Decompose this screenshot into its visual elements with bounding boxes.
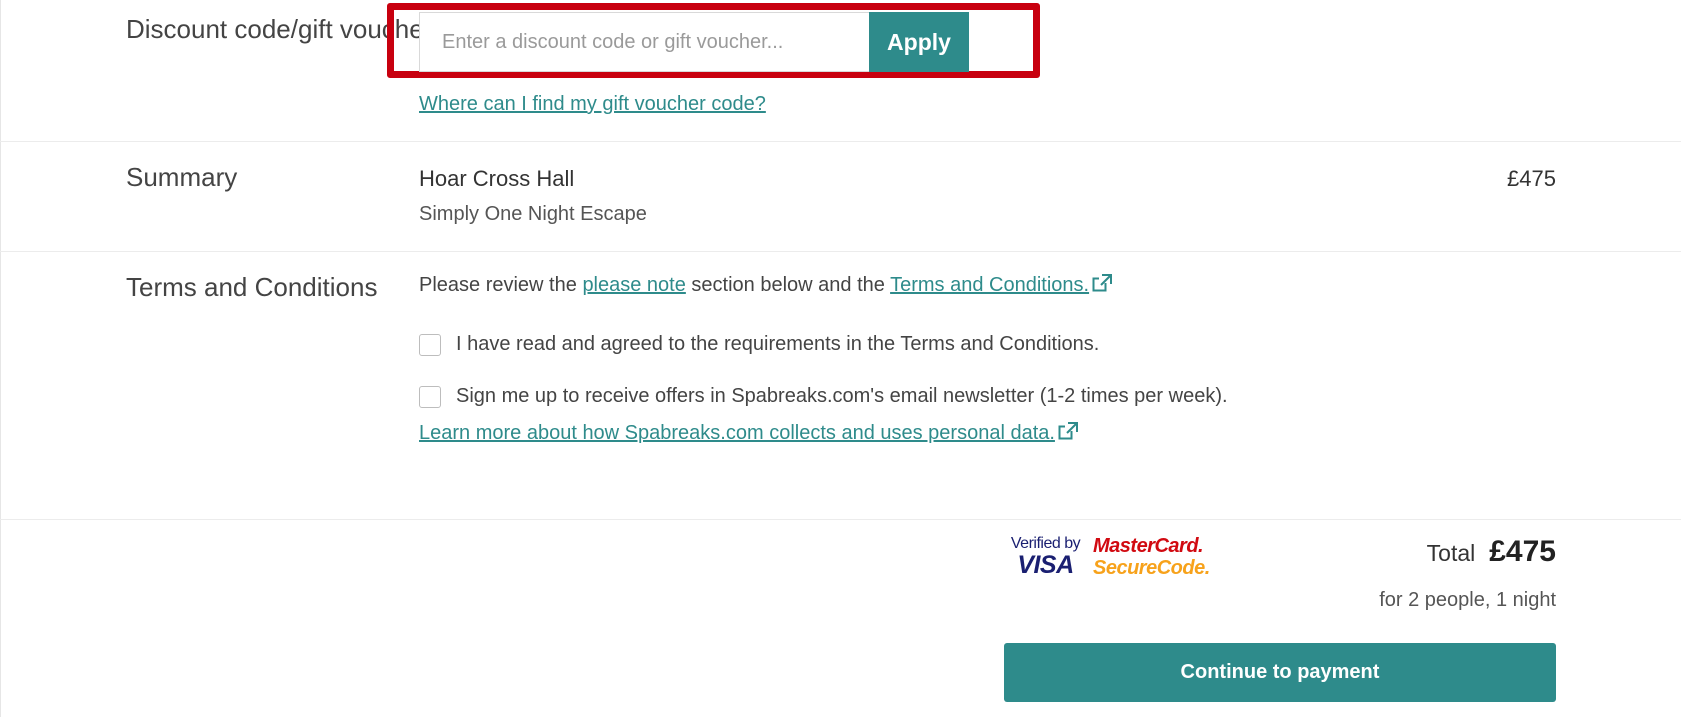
total-label: Total bbox=[1426, 540, 1476, 566]
voucher-input[interactable] bbox=[419, 12, 869, 72]
apply-button[interactable]: Apply bbox=[869, 12, 969, 72]
mastercard-top: MasterCard. bbox=[1093, 535, 1204, 557]
mastercard-securecode-logo: MasterCard. SecureCode. bbox=[1093, 535, 1210, 585]
total-note: for 2 people, 1 night bbox=[1379, 589, 1556, 611]
external-link-icon bbox=[1092, 274, 1113, 292]
newsletter-text: Sign me up to receive offers in Spabreak… bbox=[456, 385, 1228, 407]
agree-terms-text: I have read and agreed to the requiremen… bbox=[456, 333, 1100, 355]
agree-terms-checkbox[interactable] bbox=[419, 333, 441, 356]
newsletter-checkbox[interactable] bbox=[419, 385, 441, 408]
privacy-policy-link[interactable]: Learn more about how Spabreaks.com colle… bbox=[419, 422, 1055, 444]
terms-intro-middle: section below and the bbox=[691, 274, 885, 296]
summary-price: £475 bbox=[1507, 166, 1556, 191]
terms-conditions-link[interactable]: Terms and Conditions. bbox=[890, 274, 1089, 296]
total-amount: £475 bbox=[1489, 535, 1556, 568]
newsletter-row: Sign me up to receive offers in Spabreak… bbox=[419, 385, 1228, 408]
verified-by-visa-bottom: VISA bbox=[1017, 551, 1074, 579]
terms-intro-prefix: Please review the bbox=[419, 274, 577, 296]
continue-to-payment-button[interactable]: Continue to payment bbox=[1004, 643, 1556, 702]
privacy-link-row: Learn more about how Spabreaks.com colle… bbox=[419, 422, 1078, 445]
verified-by-visa-logo: Verified by VISA bbox=[1003, 535, 1088, 585]
please-note-link[interactable]: please note bbox=[582, 274, 685, 296]
summary-label: Summary bbox=[126, 162, 238, 192]
divider bbox=[0, 251, 1681, 252]
mastercard-bottom: SecureCode. bbox=[1093, 557, 1210, 579]
total-row: Total £475 bbox=[1427, 535, 1556, 569]
summary-venue: Hoar Cross Hall bbox=[419, 166, 575, 191]
divider bbox=[0, 141, 1681, 142]
voucher-input-group: Apply bbox=[419, 12, 969, 72]
terms-intro: Please review the please note section be… bbox=[419, 274, 1113, 297]
summary-package: Simply One Night Escape bbox=[419, 203, 647, 225]
agree-terms-row: I have read and agreed to the requiremen… bbox=[419, 333, 1099, 356]
page-left-border bbox=[0, 0, 1, 717]
external-link-icon bbox=[1058, 422, 1078, 440]
divider bbox=[0, 519, 1681, 520]
terms-label: Terms and Conditions bbox=[126, 272, 378, 302]
payment-security-logos: Verified by VISA MasterCard. SecureCode. bbox=[1003, 535, 1210, 585]
voucher-help-link[interactable]: Where can I find my gift voucher code? bbox=[419, 93, 766, 116]
